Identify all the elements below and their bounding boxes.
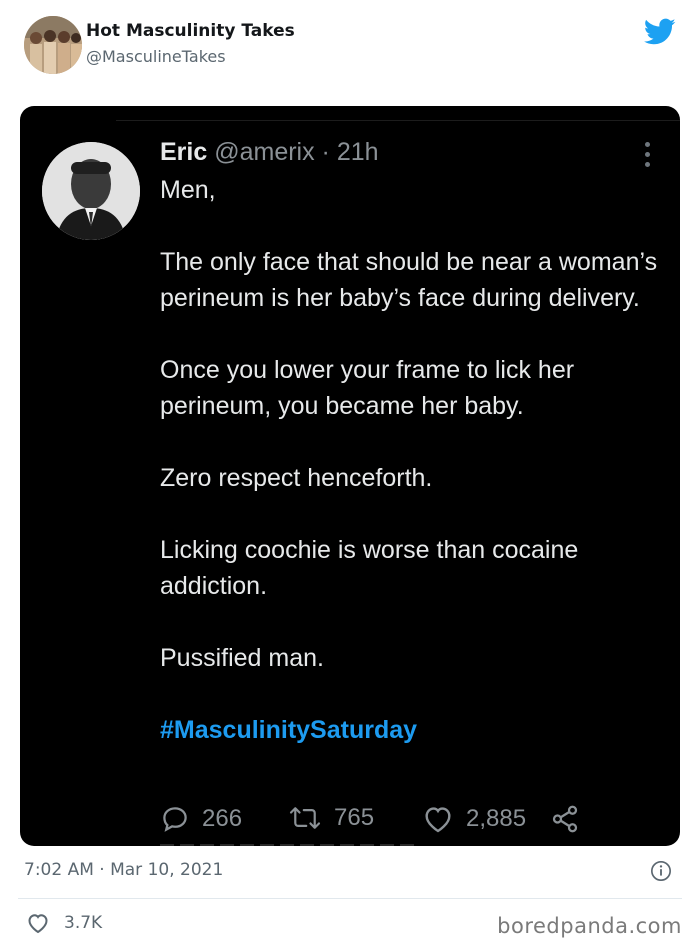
embedded-author-name[interactable]: Eric xyxy=(160,138,207,166)
embedded-tweet-body: Men, The only face that should be near a… xyxy=(160,172,660,748)
account-avatar[interactable] xyxy=(24,16,82,74)
hashtag-link[interactable]: #MasculinitySaturday xyxy=(160,712,660,748)
tweet-paragraph: Once you lower your frame to lick her pe… xyxy=(160,356,575,420)
embedded-author-avatar[interactable] xyxy=(42,142,140,240)
reply-icon xyxy=(163,807,187,832)
reply-count: 266 xyxy=(202,805,243,832)
tweet-paragraph: Zero respect henceforth. xyxy=(160,464,433,492)
twitter-bird-icon[interactable] xyxy=(644,18,676,46)
embedded-author-handle[interactable]: @amerix xyxy=(214,138,314,166)
tweet-card: Hot Masculinity Takes @MasculineTakes Er… xyxy=(0,0,700,951)
account-display-name[interactable]: Hot Masculinity Takes xyxy=(86,21,295,41)
embed-divider xyxy=(116,120,680,121)
tweet-paragraph: Pussified man. xyxy=(160,644,324,672)
account-handle[interactable]: @MasculineTakes xyxy=(86,47,226,66)
cropped-text-remnant xyxy=(160,844,420,846)
tweet-header: Hot Masculinity Takes @MasculineTakes xyxy=(24,16,684,78)
heart-icon xyxy=(28,914,48,934)
embedded-tweet-header: Eric @amerix · 21h xyxy=(160,138,379,167)
retweet-button[interactable]: 765 xyxy=(288,804,374,832)
embedded-tweet-screenshot: Eric @amerix · 21h Men, The only face th… xyxy=(20,106,680,846)
share-icon xyxy=(552,805,578,833)
tweet-paragraph: The only face that should be near a woma… xyxy=(160,248,658,312)
retweet-count: 765 xyxy=(334,804,375,831)
tweet-timestamp[interactable]: 7:02 AM · Mar 10, 2021 xyxy=(24,860,223,880)
like-count: 2,885 xyxy=(466,805,527,832)
tweet-paragraph: Men, xyxy=(160,176,216,204)
footer-like-count: 3.7K xyxy=(64,913,103,933)
retweet-icon xyxy=(289,807,321,829)
info-icon[interactable] xyxy=(650,860,672,882)
more-options-icon[interactable] xyxy=(644,142,652,168)
share-button[interactable] xyxy=(550,804,592,834)
tweet-paragraph: Licking coochie is worse than cocaine ad… xyxy=(160,536,579,600)
footer-divider xyxy=(18,898,682,899)
heart-icon xyxy=(425,807,451,833)
like-button-footer[interactable]: 3.7K xyxy=(26,912,102,934)
reply-button[interactable]: 266 xyxy=(160,804,242,834)
source-watermark: boredpanda.com xyxy=(497,914,682,938)
embedded-time-ago: · 21h xyxy=(314,138,379,166)
like-button[interactable]: 2,885 xyxy=(422,804,526,834)
